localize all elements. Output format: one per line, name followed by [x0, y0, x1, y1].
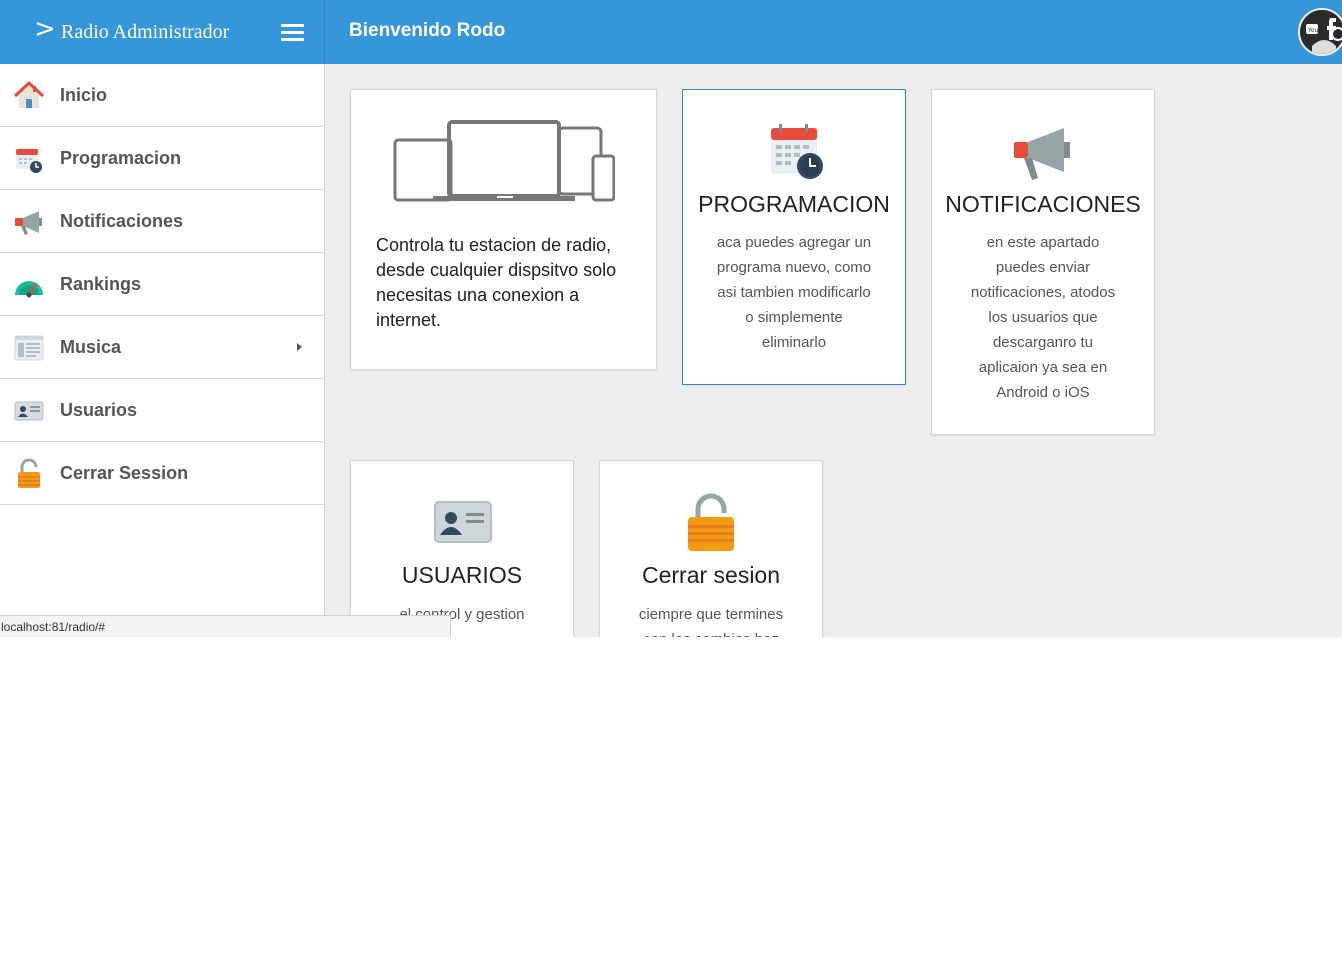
sidebar: Inicio Programacion Notificaciones Ranki…	[0, 64, 325, 637]
id-card-icon	[14, 401, 44, 421]
sidebar-item-label: Rankings	[60, 274, 142, 294]
cerrar-sesion-description: ciempre que termines con los cambios haz	[638, 606, 784, 637]
app-viewport: > Radio Administrador Bienvenido Rodo Yo…	[0, 0, 1342, 637]
sidebar-item-label: Inicio	[60, 85, 108, 105]
sidebar-item-label: Programacion	[60, 148, 182, 168]
notificaciones-card[interactable]: NOTIFICACIONES en este apartado puedes e…	[931, 89, 1155, 435]
sidebar-item-rankings[interactable]: Rankings	[0, 253, 324, 316]
sidebar-item-label: Usuarios	[60, 400, 138, 420]
gauge-icon	[15, 281, 43, 298]
programacion-description: aca puedes agregar un programa nuevo, co…	[716, 234, 872, 351]
sidebar-item-usuarios[interactable]: Usuarios	[0, 379, 324, 442]
sidebar-item-label: Notificaciones	[60, 211, 184, 231]
cerrar-sesion-title: Cerrar sesion	[641, 562, 781, 588]
hamburger-menu-icon[interactable]	[281, 24, 304, 41]
sidebar-item-notificaciones[interactable]: Notificaciones	[0, 190, 324, 253]
sidebar-item-musica[interactable]: Musica	[0, 316, 324, 379]
usuarios-title: USUARIOS	[401, 562, 523, 588]
programacion-title: PROGRAMACION	[698, 191, 890, 217]
svg-text:You: You	[1307, 27, 1319, 34]
top-bar: Bienvenido Rodo You	[325, 0, 1342, 64]
browser-status-bar: localhost:81/radio/#	[0, 615, 451, 637]
list-window-icon	[14, 335, 44, 361]
id-card-icon	[434, 501, 492, 543]
avatar-icon: You	[1300, 10, 1342, 54]
sidebar-item-label: Musica	[60, 337, 122, 357]
brand-title[interactable]: Radio Administrador	[61, 21, 229, 44]
devices-icon	[393, 120, 615, 202]
padlock-icon	[688, 493, 734, 551]
notificaciones-title: NOTIFICACIONES	[945, 191, 1141, 217]
sidebar-item-inicio[interactable]: Inicio	[0, 64, 324, 127]
programacion-card[interactable]: PROGRAMACION aca puedes agregar un progr…	[682, 89, 906, 385]
brand-bar: > Radio Administrador	[0, 0, 325, 64]
user-avatar[interactable]: You	[1298, 8, 1342, 56]
intro-card: Controla tu estacion de radio, desde cua…	[350, 89, 657, 370]
chevron-right-icon	[297, 343, 302, 351]
megaphone-icon	[15, 211, 42, 235]
megaphone-icon	[1014, 128, 1070, 180]
brand-chevron-icon: >	[34, 14, 56, 44]
usuarios-card[interactable]: USUARIOS el control y gestion	[350, 460, 574, 637]
home-icon	[13, 80, 45, 108]
cerrar-sesion-card[interactable]: Cerrar sesion ciempre que termines con l…	[599, 460, 823, 637]
welcome-text: Bienvenido Rodo	[349, 20, 506, 41]
sidebar-item-programacion[interactable]: Programacion	[0, 127, 324, 190]
intro-text: Controla tu estacion de radio, desde cua…	[376, 235, 617, 330]
sidebar-item-label: Cerrar Session	[60, 463, 189, 483]
calendar-icon	[771, 124, 823, 179]
padlock-icon	[18, 458, 40, 488]
sidebar-item-cerrar-session[interactable]: Cerrar Session	[0, 442, 324, 505]
calendar-icon	[16, 149, 42, 173]
notificaciones-description: en este apartado puedes enviar notificac…	[970, 234, 1116, 401]
